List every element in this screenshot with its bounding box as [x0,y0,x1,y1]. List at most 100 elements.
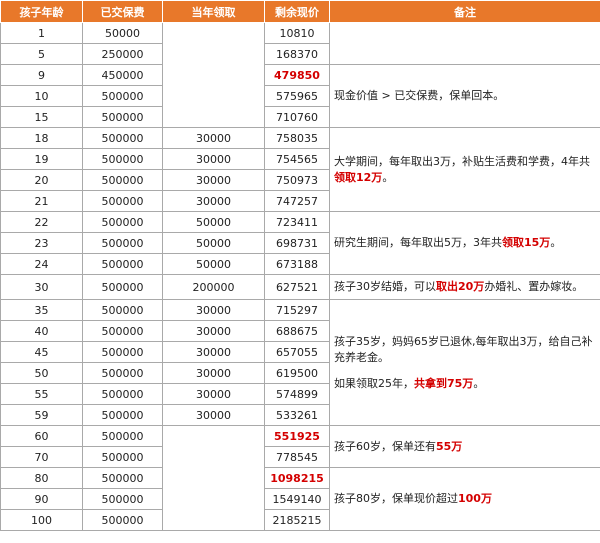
note-text: 。 [382,170,394,184]
cell-withdraw: 50000 [162,253,265,275]
cell-premium: 500000 [82,404,163,426]
cell-age: 9 [0,64,83,86]
note-text: 办婚礼、置办嫁妆。 [484,280,584,293]
cell-premium: 250000 [82,43,163,65]
cell-withdraw: 30000 [162,404,265,426]
cell-premium: 500000 [82,106,163,128]
header-notes: 备注 [329,0,600,23]
cell-note: 现金价值 > 已交保费，保单回本。 [329,64,600,128]
cell-note: 孩子30岁结婚，可以取出20万办婚礼、置办嫁妆。 [329,274,600,300]
cell-premium: 500000 [82,274,163,300]
note-highlight: 领取15万 [502,236,551,249]
cell-value: 1549140 [264,488,330,510]
cell-value: 533261 [264,404,330,426]
cell-value: 673188 [264,253,330,275]
cell-premium: 500000 [82,488,163,510]
table-row: 80 500000 1098215 孩子80岁，保单现价超过100万 [0,467,600,531]
cell-note: 孩子35岁，妈妈65岁已退休,每年取出3万，给自己补充养老金。 如果领取25年，… [329,299,600,426]
table-row: 30 500000 200000 627521 孩子30岁结婚，可以取出20万办… [0,274,600,300]
cell-value: 168370 [264,43,330,65]
note-highlight: 100万 [458,492,492,505]
cell-age: 10 [0,85,83,107]
table-row: 60 500000 551925 孩子60岁，保单还有55万 [0,425,600,531]
cell-withdraw: 50000 [162,232,265,254]
table-row: 22 500000 50000 723411 研究生期间，每年取出5万，3年共领… [0,211,600,275]
cell-age: 55 [0,383,83,405]
cell-withdraw: 30000 [162,299,265,321]
note-text: 如果领取25年， [334,376,414,390]
cell-withdraw: 30000 [162,383,265,405]
note-paragraph: 孩子35岁，妈妈65岁已退休,每年取出3万，给自己补充养老金。 [334,334,593,364]
cell-premium: 500000 [82,169,163,191]
cell-note: 孩子60岁，保单还有55万 [329,425,600,468]
cell-withdraw: 30000 [162,320,265,342]
cell-premium: 500000 [82,85,163,107]
cell-premium: 500000 [82,467,163,489]
header-age: 孩子年龄 [0,0,83,23]
cell-note-empty [329,22,600,65]
cell-age: 90 [0,488,83,510]
cell-value-highlight: 551925 [264,425,330,447]
note-text: 孩子60岁，保单还有 [334,439,436,453]
cell-note: 孩子80岁，保单现价超过100万 [329,467,600,531]
table-row: 18 500000 30000 758035 大学期间，每年取出3万，补贴生活费… [0,127,600,212]
table-header: 孩子年龄 已交保费 当年领取 剩余现价 备注 [0,0,600,23]
cell-value: 574899 [264,383,330,405]
cell-age: 60 [0,425,83,447]
cell-withdraw: 200000 [162,274,265,300]
cell-age: 18 [0,127,83,149]
cell-value: 619500 [264,362,330,384]
note-paragraph: 如果领取25年，共拿到75万。 [334,376,596,392]
cell-value: 688675 [264,320,330,342]
cell-withdraw: 30000 [162,169,265,191]
insurance-table: 孩子年龄 已交保费 当年领取 剩余现价 备注 1 50000 10810 5 2… [0,0,600,531]
cell-premium: 500000 [82,425,163,447]
cell-note: 研究生期间，每年取出5万，3年共领取15万。 [329,211,600,275]
table-row: 1 50000 10810 [0,22,600,128]
note-highlight: 领取12万 [334,170,383,184]
cell-value: 747257 [264,190,330,212]
cell-age: 35 [0,299,83,321]
cell-age: 30 [0,274,83,300]
cell-age: 100 [0,509,83,531]
cell-value: 778545 [264,446,330,468]
cell-premium: 500000 [82,362,163,384]
cell-premium: 500000 [82,232,163,254]
cell-withdraw: 30000 [162,341,265,363]
cell-premium: 500000 [82,383,163,405]
cell-premium: 500000 [82,509,163,531]
cell-age: 22 [0,211,83,233]
note-highlight: 共拿到75万 [414,376,474,390]
cell-premium: 500000 [82,446,163,468]
table-row: 35 500000 30000 715297 孩子35岁，妈妈65岁已退休,每年… [0,299,600,426]
cell-withdraw: 30000 [162,148,265,170]
cell-value: 758035 [264,127,330,149]
cell-age: 50 [0,362,83,384]
cell-withdraw: 30000 [162,362,265,384]
cell-age: 40 [0,320,83,342]
cell-value: 723411 [264,211,330,233]
cell-premium: 500000 [82,211,163,233]
cell-value: 715297 [264,299,330,321]
cell-value: 710760 [264,106,330,128]
cell-value: 2185215 [264,509,330,531]
cell-value: 657055 [264,341,330,363]
cell-premium: 500000 [82,190,163,212]
cell-age: 20 [0,169,83,191]
note-text: 现金价值 > 已交保费，保单回本。 [334,89,505,102]
cell-value: 698731 [264,232,330,254]
note-highlight: 取出20万 [436,280,485,293]
cell-age: 23 [0,232,83,254]
cell-age: 15 [0,106,83,128]
note-highlight: 55万 [436,439,463,453]
note-text: 孩子80岁，保单现价超过 [334,492,458,505]
cell-age: 70 [0,446,83,468]
header-premium: 已交保费 [82,0,163,23]
cell-premium: 50000 [82,22,163,44]
cell-age: 24 [0,253,83,275]
cell-value: 10810 [264,22,330,44]
note-text: 。 [550,236,562,249]
header-withdraw: 当年领取 [162,0,265,23]
cell-age: 1 [0,22,83,44]
cell-withdraw: 50000 [162,211,265,233]
